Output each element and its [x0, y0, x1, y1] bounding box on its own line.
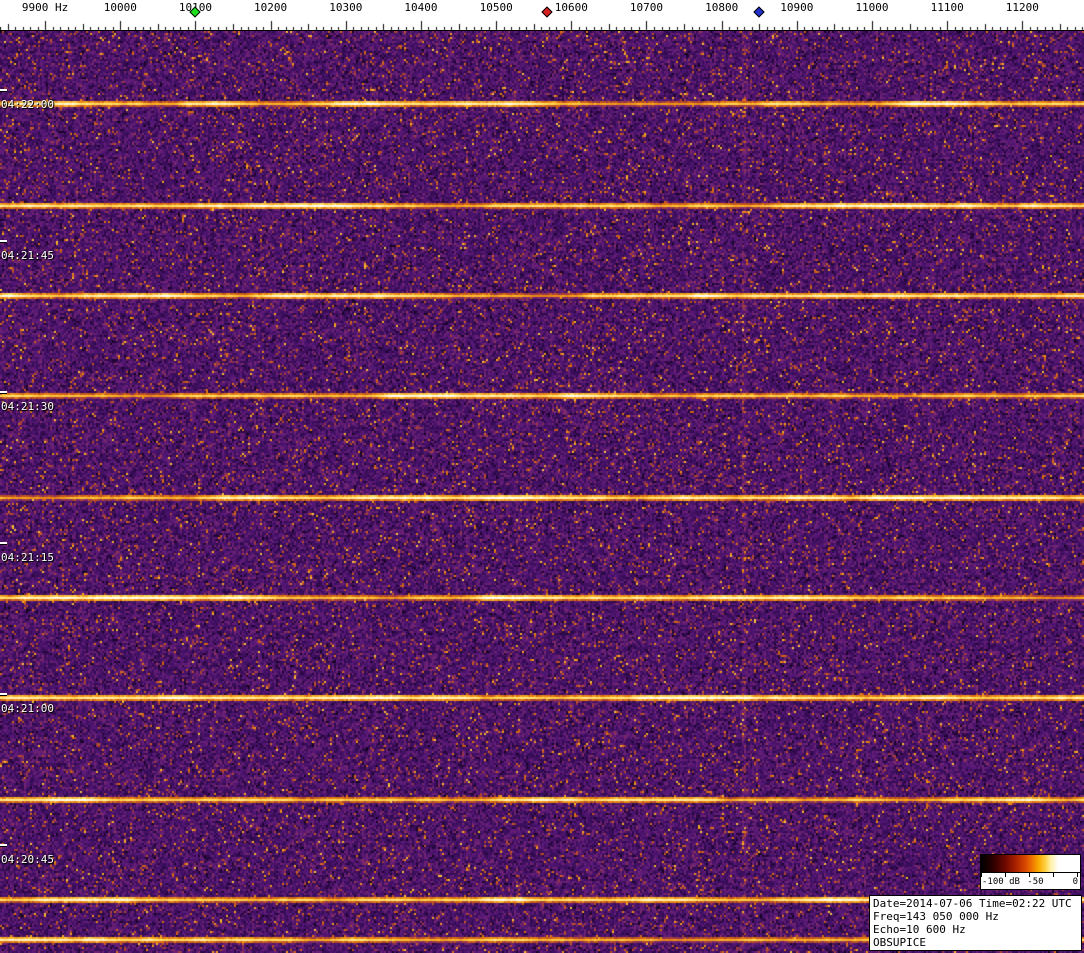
freq-axis-label: 10000: [103, 1, 137, 14]
observation-info-box: Date=2014-07-06 Time=02:22 UTC Freq=143 …: [869, 895, 1082, 951]
freq-axis-label: 10800: [705, 1, 739, 14]
info-echo: Echo=10 600 Hz: [873, 923, 966, 936]
time-axis-tick: [0, 844, 7, 847]
legend-label-min: -100 dB: [982, 877, 1020, 887]
time-axis-tick: [0, 240, 7, 243]
freq-axis-label: 10200: [254, 1, 288, 14]
time-axis-label: 04:21:30: [1, 400, 54, 414]
time-axis-label: 04:20:45: [1, 853, 54, 867]
time-axis-tick: [0, 89, 7, 91]
legend-label-max: 0: [1072, 877, 1078, 887]
info-frequency: Freq=143 050 000 Hz: [873, 910, 999, 923]
time-axis-tick: [0, 542, 7, 545]
freq-axis-label: 10700: [629, 1, 664, 14]
colormap-gradient: [981, 855, 1080, 873]
info-date-time: Date=2014-07-06 Time=02:22 UTC: [873, 897, 1072, 910]
time-axis-label: 04:21:15: [1, 551, 54, 565]
frequency-axis-ticks: [0, 0, 1084, 31]
time-axis-label: 04:21:45: [1, 249, 54, 263]
frequency-axis: 9900 Hz100001010010200103001040010500106…: [0, 0, 1084, 31]
freq-axis-label: 10600: [554, 1, 588, 14]
time-axis-label: 04:22:00: [1, 98, 54, 111]
freq-axis-label: 11200: [1005, 1, 1039, 14]
freq-axis-label: 10500: [479, 1, 513, 14]
time-axis-tick: [0, 693, 7, 696]
time-axis-tick: [0, 391, 7, 394]
freq-axis-label: 11100: [930, 1, 964, 14]
freq-axis-label: 10300: [329, 1, 363, 14]
freq-axis-label: 10400: [404, 1, 438, 14]
spectrogram-waterfall[interactable]: [0, 31, 1084, 953]
freq-axis-label: 11000: [855, 1, 889, 14]
intensity-scale-legend: -100 dB -50 0: [980, 854, 1081, 890]
legend-label-mid: -50: [1027, 877, 1044, 887]
info-station-id: OBSUPICE: [873, 936, 926, 949]
time-axis-label: 04:21:00: [1, 702, 54, 716]
freq-axis-label: 9900 Hz: [21, 1, 69, 14]
freq-axis-label: 10900: [780, 1, 814, 14]
legend-scale-labels: -100 dB -50 0: [981, 877, 1080, 889]
spectrogram-app: 9900 Hz100001010010200103001040010500106…: [0, 0, 1084, 953]
